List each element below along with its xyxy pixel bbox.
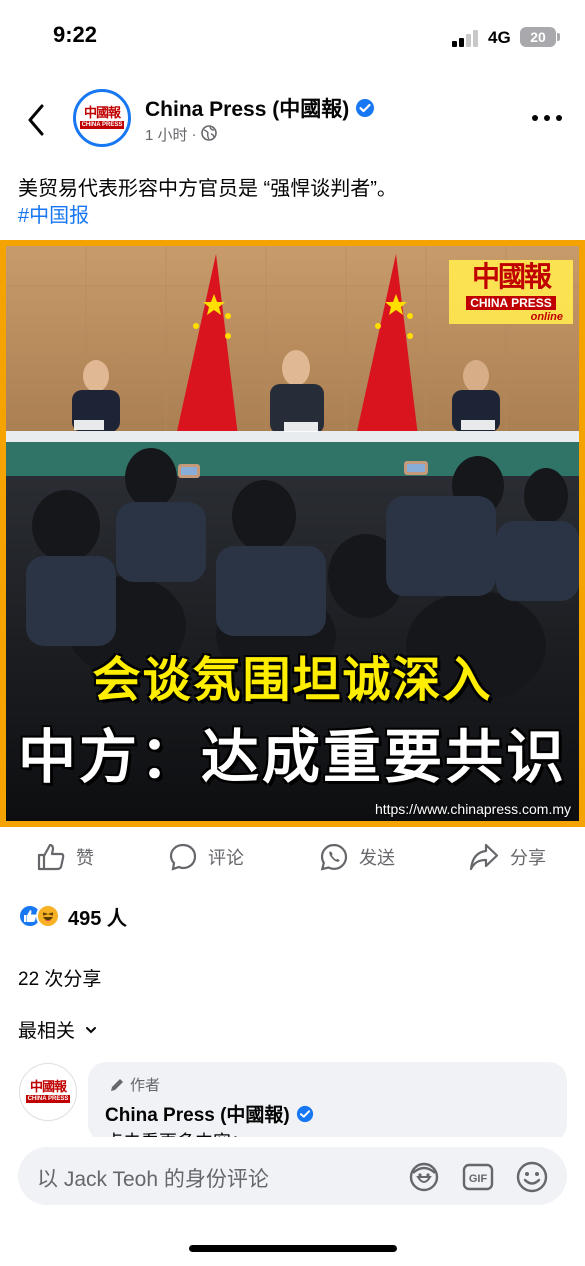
emoji-button[interactable] xyxy=(515,1160,549,1194)
comment-bubble-icon xyxy=(169,843,197,871)
comment-author-avatar[interactable]: 中國報 CHINA PRESS xyxy=(19,1063,77,1121)
sort-label: 最相关 xyxy=(18,1021,76,1042)
author-tag: 作者 xyxy=(108,1074,160,1095)
comment-avatar-logo-subtext: CHINA PRESS xyxy=(25,1095,71,1103)
cellular-signal-icon xyxy=(452,29,482,47)
status-time: 9:22 xyxy=(53,22,98,47)
watermark-cn: 中國報 xyxy=(471,260,552,293)
watermark-online: online xyxy=(530,311,563,323)
post-caption: 美贸易代表形容中方官员是 “强悍谈判者”。 #中国报 xyxy=(18,176,397,230)
author-tag-label: 作者 xyxy=(130,1077,161,1094)
avatar-sticker-icon xyxy=(409,1162,439,1192)
share-button[interactable]: 分享 xyxy=(468,836,546,878)
page-avatar[interactable]: 中國報 CHINA PRESS xyxy=(73,89,131,147)
comment-input-placeholder: 以 Jack Teoh 的身份评论 xyxy=(37,1168,269,1191)
comment-button[interactable]: 评论 xyxy=(168,836,244,878)
comment-author-name[interactable]: China Press (中國報) xyxy=(105,1100,314,1129)
globe-icon xyxy=(200,124,217,145)
battery-icon: 20 xyxy=(520,27,560,47)
watermark-en: CHINA PRESS xyxy=(466,296,556,310)
like-button[interactable]: 赞 xyxy=(36,836,94,878)
like-label: 赞 xyxy=(76,848,94,868)
reaction-count: 495 人 xyxy=(68,907,127,930)
page-name-text: China Press (中國報) xyxy=(145,98,350,121)
comment-input[interactable]: 以 Jack Teoh 的身份评论 GIF xyxy=(18,1147,567,1205)
send-button[interactable]: 发送 xyxy=(319,836,395,878)
meta-separator: · xyxy=(191,126,197,143)
avatar-logo-subtext: CHINA PRESS xyxy=(79,121,125,129)
image-headline-line1: 会谈氛围坦诚深入 xyxy=(92,654,493,707)
reactions-summary[interactable]: 495 人 xyxy=(18,902,127,930)
share-label: 分享 xyxy=(510,848,546,868)
comment-avatar-logo-text: 中國報 xyxy=(29,1080,67,1095)
smiley-icon xyxy=(516,1161,548,1193)
back-button[interactable] xyxy=(22,100,52,140)
comment-label: 评论 xyxy=(208,848,244,868)
verified-badge-icon xyxy=(355,98,375,124)
post-image[interactable]: 中國報 CHINA PRESS online 会谈氛围坦诚深入 中方：达成重要共… xyxy=(0,240,585,827)
verified-badge-icon xyxy=(296,1105,314,1129)
network-type: 4G xyxy=(488,28,511,47)
haha-icon xyxy=(36,904,60,928)
caption-text: 美贸易代表形容中方官员是 “强悍谈判者”。 xyxy=(18,178,397,200)
china-press-watermark: 中國報 CHINA PRESS online xyxy=(449,260,573,324)
gif-icon: GIF xyxy=(462,1163,494,1191)
send-label: 发送 xyxy=(359,848,395,868)
post-action-bar: 赞 评论 发送 分享 xyxy=(0,836,585,878)
svg-text:GIF: GIF xyxy=(469,1173,488,1185)
comment-bubble[interactable]: 作者 China Press (中國報) 点击看更多内容： xyxy=(88,1062,567,1142)
post-time[interactable]: 1 小时 xyxy=(145,124,188,145)
chevron-down-icon xyxy=(86,1026,97,1033)
home-indicator[interactable] xyxy=(189,1245,397,1252)
image-source-url: https://www.chinapress.com.my xyxy=(374,801,571,817)
post-meta: 1 小时 · xyxy=(145,124,217,145)
avatar-sticker-button[interactable] xyxy=(407,1160,441,1194)
page-name[interactable]: China Press (中國報) xyxy=(145,93,375,124)
hashtag-link[interactable]: #中国报 xyxy=(18,203,397,230)
share-count[interactable]: 22 次分享 xyxy=(18,964,101,991)
pencil-icon xyxy=(111,1078,123,1091)
share-arrow-icon xyxy=(469,843,499,871)
image-headline-line2: 中方：达成重要共识 xyxy=(17,725,567,790)
gif-button[interactable]: GIF xyxy=(461,1160,495,1194)
comment-author-name-text: China Press (中國報) xyxy=(105,1105,290,1126)
thumbs-up-icon xyxy=(37,843,65,871)
chevron-left-icon xyxy=(28,104,44,136)
status-bar: 9:22 4G 20 xyxy=(0,0,585,74)
avatar-logo-text: 中國報 xyxy=(83,106,121,121)
whatsapp-icon xyxy=(320,843,348,871)
more-options-button[interactable] xyxy=(532,115,564,125)
comment-sort-dropdown[interactable]: 最相关 xyxy=(18,1016,97,1043)
